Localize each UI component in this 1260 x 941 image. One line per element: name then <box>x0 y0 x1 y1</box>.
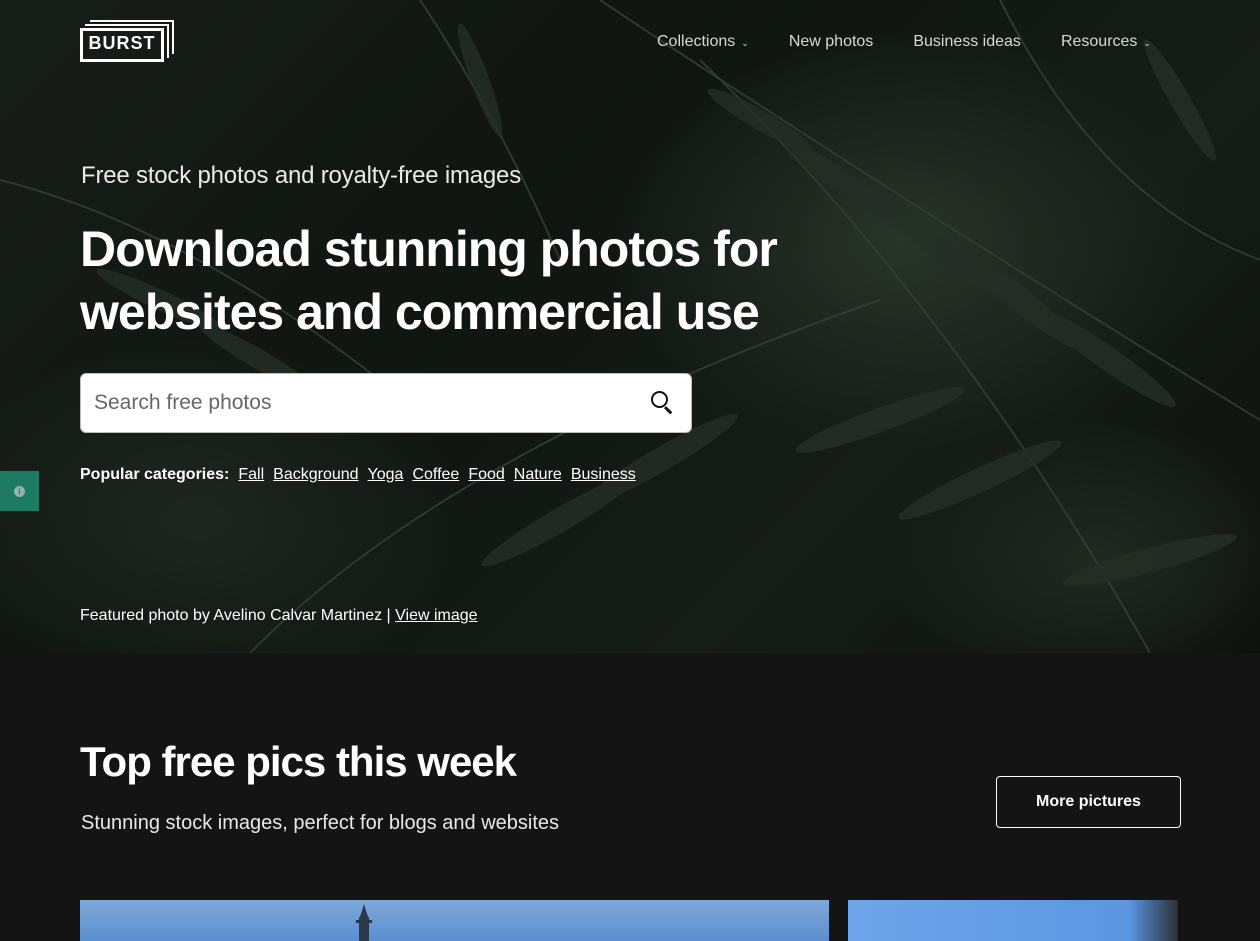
category-link-business[interactable]: Business <box>571 466 636 484</box>
chevron-down-icon: ⌄ <box>741 37 749 48</box>
nav-item-collections[interactable]: Collections ⌄ <box>657 31 749 53</box>
nav-item-label: Collections <box>657 33 736 50</box>
search-bar <box>80 373 692 433</box>
nav-item-label: Business ideas <box>913 33 1021 50</box>
logo-text: BURST <box>88 33 156 53</box>
nav-item-new-photos[interactable]: New photos <box>789 31 874 53</box>
category-link-yoga[interactable]: Yoga <box>368 466 404 484</box>
hero-tagline: Free stock photos and royalty-free image… <box>81 162 522 189</box>
category-link-background[interactable]: Background <box>273 466 358 484</box>
tower-shape <box>356 904 372 941</box>
hero-headline: Download stunning photos for websites an… <box>80 221 778 340</box>
section-subtitle: Stunning stock images, perfect for blogs… <box>81 812 560 834</box>
info-tab[interactable]: i <box>0 471 39 511</box>
popular-categories: Popular categories: Fall Background Yoga… <box>80 466 645 484</box>
search-input[interactable] <box>81 374 649 432</box>
nav-item-business-ideas[interactable]: Business ideas <box>913 31 1021 53</box>
category-link-fall[interactable]: Fall <box>238 466 264 484</box>
nav-item-label: Resources <box>1060 33 1138 50</box>
more-pictures-button[interactable]: More pictures <box>996 776 1181 828</box>
photo-thumbnail[interactable] <box>848 900 1178 941</box>
search-icon[interactable] <box>649 389 677 417</box>
category-link-coffee[interactable]: Coffee <box>412 466 459 484</box>
section-title: Top free pics this week <box>80 738 517 785</box>
chevron-down-icon: ⌄ <box>1143 37 1151 48</box>
photo-credit-text: Featured photo by Avelino Calvar Martine… <box>80 607 391 624</box>
nav-item-resources[interactable]: Resources ⌄ <box>1061 31 1151 53</box>
info-icon: i <box>14 485 25 497</box>
popular-categories-label: Popular categories: <box>80 466 230 483</box>
category-link-nature[interactable]: Nature <box>514 466 562 484</box>
burst-logo[interactable]: BURST <box>80 20 174 64</box>
view-image-link[interactable]: View image <box>395 607 477 624</box>
nav-item-label: New photos <box>788 33 874 50</box>
main-nav: Collections ⌄ New photos Business ideas … <box>657 31 1151 53</box>
category-link-food[interactable]: Food <box>468 466 504 484</box>
hero: BURST Collections ⌄ New photos Business … <box>0 0 1260 653</box>
photo-credit: Featured photo by Avelino Calvar Martine… <box>80 607 478 625</box>
photo-thumbnail[interactable] <box>80 900 829 941</box>
